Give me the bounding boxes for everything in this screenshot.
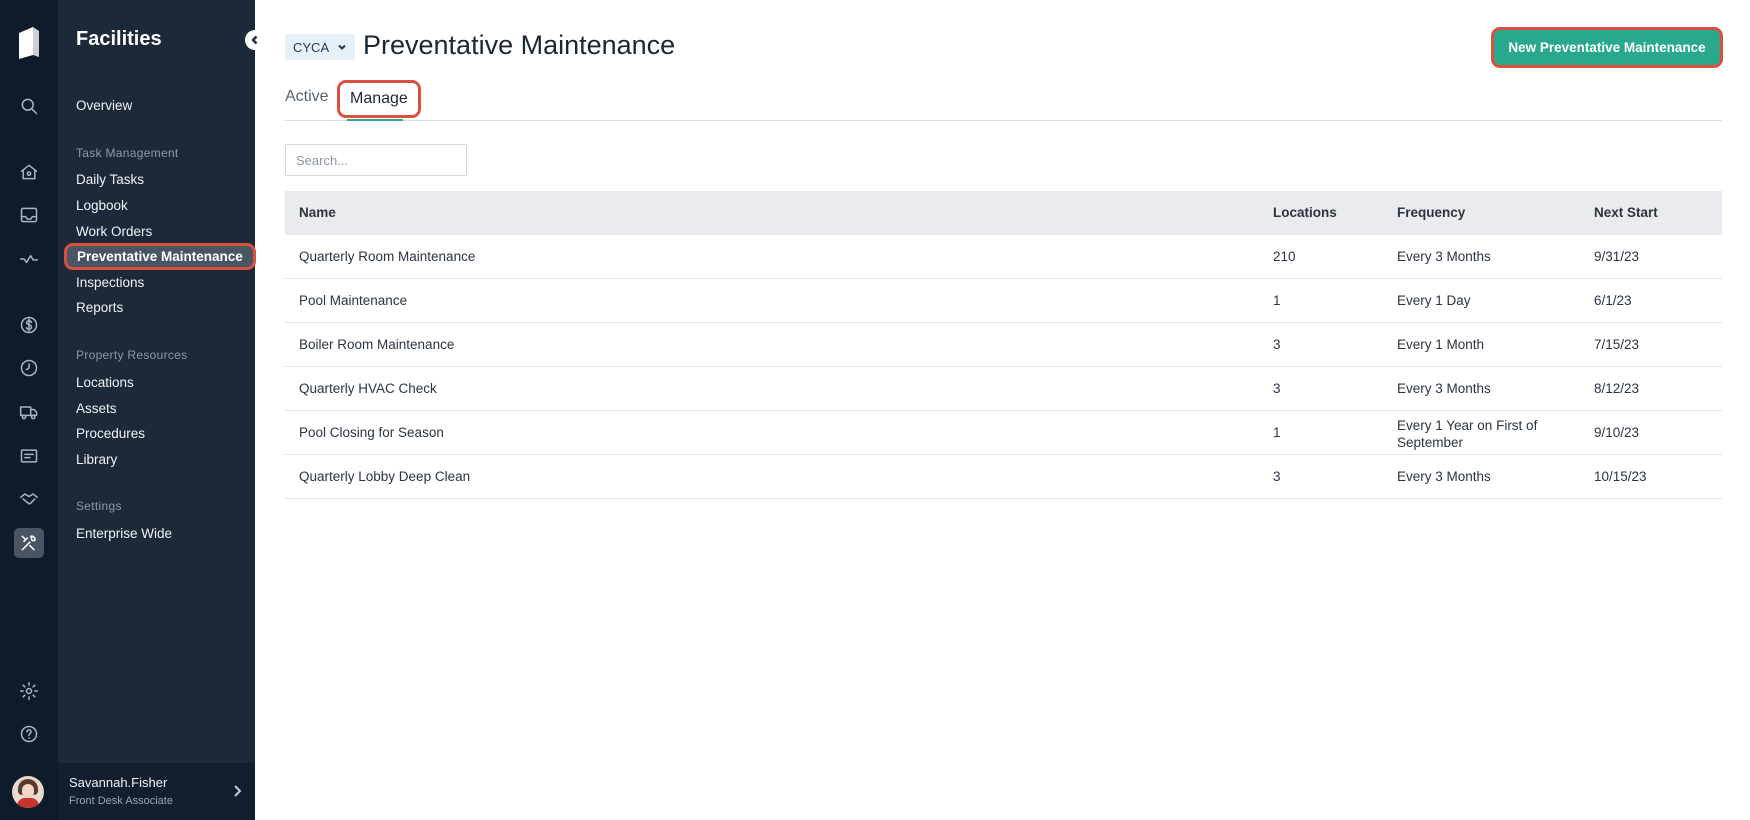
activity-icon[interactable] — [14, 244, 44, 274]
sidebar-item-logbook[interactable]: Logbook — [76, 198, 128, 213]
sidebar-item-overview[interactable]: Overview — [76, 98, 132, 113]
sidebar-heading-task-management: Task Management — [76, 146, 179, 160]
sidebar-item-procedures[interactable]: Procedures — [76, 426, 145, 441]
table-row[interactable]: Boiler Room Maintenance 3 Every 1 Month … — [285, 323, 1722, 367]
chevron-down-icon — [338, 44, 346, 50]
sidebar-item-inspections[interactable]: Inspections — [76, 275, 144, 290]
cell-name: Pool Closing for Season — [299, 425, 444, 440]
user-profile-menu[interactable]: Savannah.Fisher Front Desk Associate — [12, 763, 255, 820]
sidebar-item-work-orders[interactable]: Work Orders — [76, 224, 152, 239]
cell-frequency: Every 3 Months — [1397, 249, 1491, 264]
app-logo-icon[interactable] — [17, 25, 41, 61]
table-header: Name Locations Frequency Next Start — [285, 191, 1722, 235]
cell-locations: 3 — [1273, 381, 1281, 396]
cell-name: Boiler Room Maintenance — [299, 337, 455, 352]
cell-frequency: Every 1 Day — [1397, 293, 1471, 308]
page-title: Preventative Maintenance — [363, 30, 676, 60]
gear-icon[interactable] — [14, 676, 44, 706]
table-row[interactable]: Quarterly Lobby Deep Clean 3 Every 3 Mon… — [285, 455, 1722, 499]
user-name: Savannah.Fisher — [69, 775, 168, 790]
table-row[interactable]: Pool Closing for Season 1 Every 1 Year o… — [285, 411, 1722, 455]
active-tab-indicator — [347, 119, 403, 121]
table-row[interactable]: Pool Maintenance 1 Every 1 Day 6/1/23 — [285, 279, 1722, 323]
column-header-next-start[interactable]: Next Start — [1594, 205, 1658, 220]
id-card-icon[interactable] — [14, 441, 44, 471]
cell-frequency: Every 1 Year on First of September — [1397, 418, 1538, 450]
clock-icon[interactable] — [14, 353, 44, 383]
tab-manage[interactable]: Manage — [337, 80, 421, 118]
app-window: Facilities Overview Task Management Dail… — [0, 0, 1750, 820]
user-role: Front Desk Associate — [69, 795, 173, 807]
home-icon[interactable] — [14, 157, 44, 187]
cell-next-start: 8/12/23 — [1594, 381, 1640, 396]
sidebar-item-reports[interactable]: Reports — [76, 300, 123, 315]
tools-icon[interactable] — [14, 528, 44, 558]
cell-next-start: 9/10/23 — [1594, 425, 1640, 440]
cell-next-start: 10/15/23 — [1594, 469, 1647, 484]
sidebar-item-library[interactable]: Library — [76, 452, 117, 467]
cell-name: Quarterly Room Maintenance — [299, 249, 476, 264]
column-header-name[interactable]: Name — [299, 205, 336, 220]
main-content: CYCA Preventative Maintenance New Preven… — [255, 0, 1750, 820]
cell-next-start: 6/1/23 — [1594, 293, 1632, 308]
icon-rail — [0, 0, 58, 820]
sidebar-item-preventative-maintenance[interactable]: Preventative Maintenance — [64, 243, 256, 270]
cell-name: Quarterly Lobby Deep Clean — [299, 469, 471, 484]
help-icon[interactable] — [14, 719, 44, 749]
truck-icon[interactable] — [14, 397, 44, 427]
avatar — [12, 776, 44, 808]
cell-locations: 3 — [1273, 469, 1281, 484]
sidebar-title: Facilities — [76, 28, 162, 50]
org-selector-label: CYCA — [293, 39, 330, 55]
sidebar-heading-settings: Settings — [76, 499, 122, 513]
column-header-frequency[interactable]: Frequency — [1397, 205, 1465, 220]
sidebar: Facilities Overview Task Management Dail… — [58, 0, 265, 820]
cell-locations: 1 — [1273, 425, 1281, 440]
chevron-right-icon[interactable] — [231, 784, 243, 798]
search-icon[interactable] — [14, 91, 44, 121]
sidebar-item-daily-tasks[interactable]: Daily Tasks — [76, 172, 144, 187]
cell-name: Quarterly HVAC Check — [299, 381, 437, 396]
search-input[interactable] — [285, 144, 467, 176]
new-preventative-maintenance-button[interactable]: New Preventative Maintenance — [1491, 27, 1723, 68]
tab-bar: Active Manage — [285, 80, 1722, 121]
cell-locations: 3 — [1273, 337, 1281, 352]
tab-active[interactable]: Active — [285, 88, 329, 106]
dollar-icon[interactable] — [14, 310, 44, 340]
table-row[interactable]: Quarterly HVAC Check 3 Every 3 Months 8/… — [285, 367, 1722, 411]
sidebar-item-enterprise-wide[interactable]: Enterprise Wide — [76, 526, 172, 541]
sidebar-item-assets[interactable]: Assets — [76, 401, 117, 416]
cell-frequency: Every 1 Month — [1397, 337, 1485, 352]
cell-locations: 210 — [1273, 249, 1296, 264]
column-header-locations[interactable]: Locations — [1273, 205, 1337, 220]
cell-next-start: 7/15/23 — [1594, 337, 1640, 352]
cell-locations: 1 — [1273, 293, 1281, 308]
inbox-icon[interactable] — [14, 200, 44, 230]
cell-name: Pool Maintenance — [299, 293, 408, 308]
handshake-icon[interactable] — [14, 484, 44, 514]
maintenance-table: Name Locations Frequency Next Start Quar… — [285, 191, 1722, 499]
org-selector[interactable]: CYCA — [285, 34, 356, 60]
sidebar-heading-property-resources: Property Resources — [76, 348, 188, 362]
cell-frequency: Every 3 Months — [1397, 381, 1491, 396]
cell-frequency: Every 3 Months — [1397, 469, 1491, 484]
sidebar-item-locations[interactable]: Locations — [76, 375, 134, 390]
cell-next-start: 9/31/23 — [1594, 249, 1640, 264]
table-row[interactable]: Quarterly Room Maintenance 210 Every 3 M… — [285, 235, 1722, 279]
